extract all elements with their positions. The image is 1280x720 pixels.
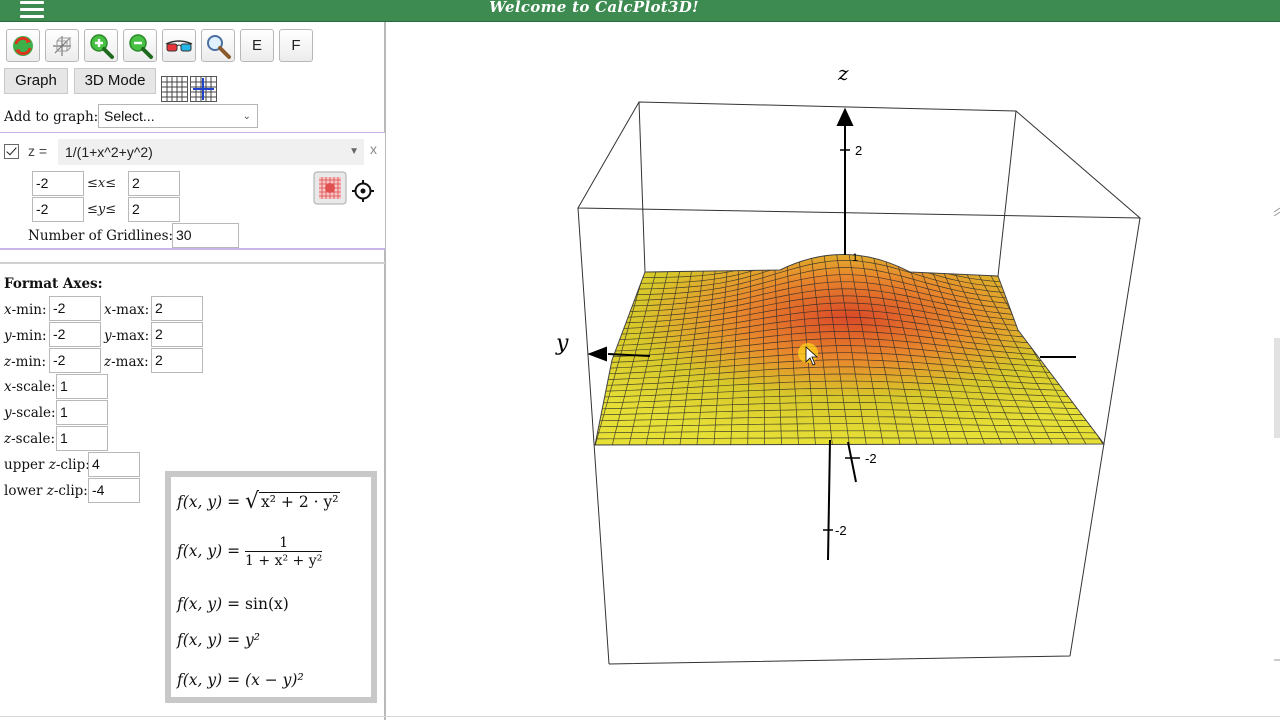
scroll-strip <box>1274 338 1280 438</box>
rotate-mode-button[interactable] <box>45 29 79 62</box>
lower-clip-input[interactable]: -4 <box>88 478 140 503</box>
plot-3d-canvas[interactable]: z y 2 -2 -2 1 <box>388 22 1280 720</box>
y-scale-input[interactable]: 1 <box>56 400 108 425</box>
z-max-label: z-max: <box>104 354 149 370</box>
upper-clip-input[interactable]: 4 <box>88 452 140 477</box>
3d-glasses-icon <box>165 39 193 51</box>
add-to-graph-value: Select... <box>104 108 155 124</box>
chevron-down-icon: ⌄ <box>242 111 251 122</box>
z-scale-input[interactable]: 1 <box>56 426 108 451</box>
y-axis-label: y <box>555 331 569 356</box>
z-axis-label: z <box>837 61 849 85</box>
zoom-out-button[interactable] <box>123 29 157 62</box>
axes-x-max-input[interactable]: 2 <box>151 296 203 321</box>
x-scale-label: x-scale: <box>4 379 56 395</box>
surface-color-icon[interactable] <box>313 171 347 205</box>
grid-axes-icon[interactable] <box>190 76 217 102</box>
tick-neg-2-right: -2 <box>865 451 877 466</box>
example-3[interactable]: f(x, y) = sin(x) <box>177 595 289 613</box>
function-panel: z = 1/(1+x^2+y^2) ▼ x -2 ≤x≤ 2 -2 ≤y≤ 2 … <box>0 132 385 250</box>
settings-target-icon[interactable] <box>351 179 375 203</box>
lower-clip-label: lower z-clip: <box>4 483 88 499</box>
format-axes-title: Format Axes: <box>4 276 103 292</box>
surface-plot <box>594 254 1106 446</box>
function-visible-checkbox[interactable] <box>4 144 19 159</box>
y-min-input[interactable]: -2 <box>32 197 84 222</box>
zoom-in-icon <box>90 33 114 59</box>
fraction-expression: 11 + x² + y² <box>245 535 323 569</box>
x-range-label: ≤x≤ <box>87 176 117 191</box>
3d-glasses-button[interactable] <box>162 29 196 62</box>
function-expression: 1/(1+x^2+y^2) <box>65 144 153 160</box>
x-min-label: x-min: <box>4 302 47 318</box>
remove-function-button[interactable]: x <box>370 141 377 157</box>
y-scale-label: y-scale: <box>4 405 56 421</box>
bottom-border <box>0 716 1280 717</box>
reset-view-icon <box>13 35 33 56</box>
axes-y-min-input[interactable]: -2 <box>49 322 101 347</box>
z-min-label: z-min: <box>4 354 47 370</box>
magnifier-button[interactable] <box>201 29 235 62</box>
x-min-input[interactable]: -2 <box>32 171 84 196</box>
e-button[interactable]: E <box>240 29 274 62</box>
x-max-input[interactable]: 2 <box>128 171 180 196</box>
x-scale-input[interactable]: 1 <box>56 374 108 399</box>
x-max-label: x-max: <box>104 302 150 318</box>
gridlines-label: Number of Gridlines: <box>28 228 174 244</box>
3d-mode-button[interactable]: 3D Mode <box>74 68 156 94</box>
title-bar: Welcome to CalcPlot3D! <box>0 0 1280 22</box>
upper-clip-label: upper z-clip: <box>4 457 90 473</box>
magnifier-icon <box>207 34 231 59</box>
zoom-out-icon <box>129 33 153 59</box>
add-to-graph-label: Add to graph: <box>4 109 99 125</box>
panel-divider <box>0 262 385 264</box>
x-tick-small: 1 <box>852 252 858 264</box>
left-panel: E F Graph 3D Mode Add to graph: Select..… <box>0 22 386 720</box>
z-tick-top: 2 <box>855 143 862 158</box>
axes-y-max-input[interactable]: 2 <box>151 322 203 347</box>
example-4[interactable]: f(x, y) = y² <box>177 631 260 649</box>
example-1[interactable]: f(x, y) = √ x² + 2 · y² <box>177 489 341 514</box>
axes-z-max-input[interactable]: 2 <box>151 348 203 373</box>
zoom-in-button[interactable] <box>84 29 118 62</box>
add-to-graph-select[interactable]: Select... ⌄ <box>98 104 258 128</box>
example-2[interactable]: f(x, y) = 11 + x² + y² <box>177 535 323 569</box>
z-scale-label: z-scale: <box>4 431 56 447</box>
f-button[interactable]: F <box>279 29 313 62</box>
function-examples-box: f(x, y) = √ x² + 2 · y² f(x, y) = 11 + x²… <box>165 471 377 703</box>
y-range-label: ≤y≤ <box>87 202 117 217</box>
chevron-down-icon[interactable]: ▼ <box>349 140 359 164</box>
y-min-label: y-min: <box>4 328 47 344</box>
function-expression-input[interactable]: 1/(1+x^2+y^2) ▼ <box>58 139 364 165</box>
z-tick-bottom: -2 <box>835 523 847 538</box>
f-button-label: F <box>291 37 301 54</box>
reset-view-button[interactable] <box>6 29 40 62</box>
grid-icon[interactable] <box>161 76 188 102</box>
rotate-mode-icon <box>53 35 72 56</box>
app-title: Welcome to CalcPlot3D! <box>489 0 699 16</box>
e-button-label: E <box>251 37 262 54</box>
sqrt-expression: √ x² + 2 · y² <box>245 489 341 514</box>
axes-z-min-input[interactable]: -2 <box>49 348 101 373</box>
y-max-input[interactable]: 2 <box>128 197 180 222</box>
z-equals-label: z = <box>28 143 48 159</box>
example-5[interactable]: f(x, y) = (x − y)² <box>177 671 304 689</box>
y-max-label: y-max: <box>104 328 150 344</box>
graph-button[interactable]: Graph <box>4 68 68 94</box>
axes-x-min-input[interactable]: -2 <box>49 296 101 321</box>
gridlines-input[interactable]: 30 <box>172 223 239 248</box>
